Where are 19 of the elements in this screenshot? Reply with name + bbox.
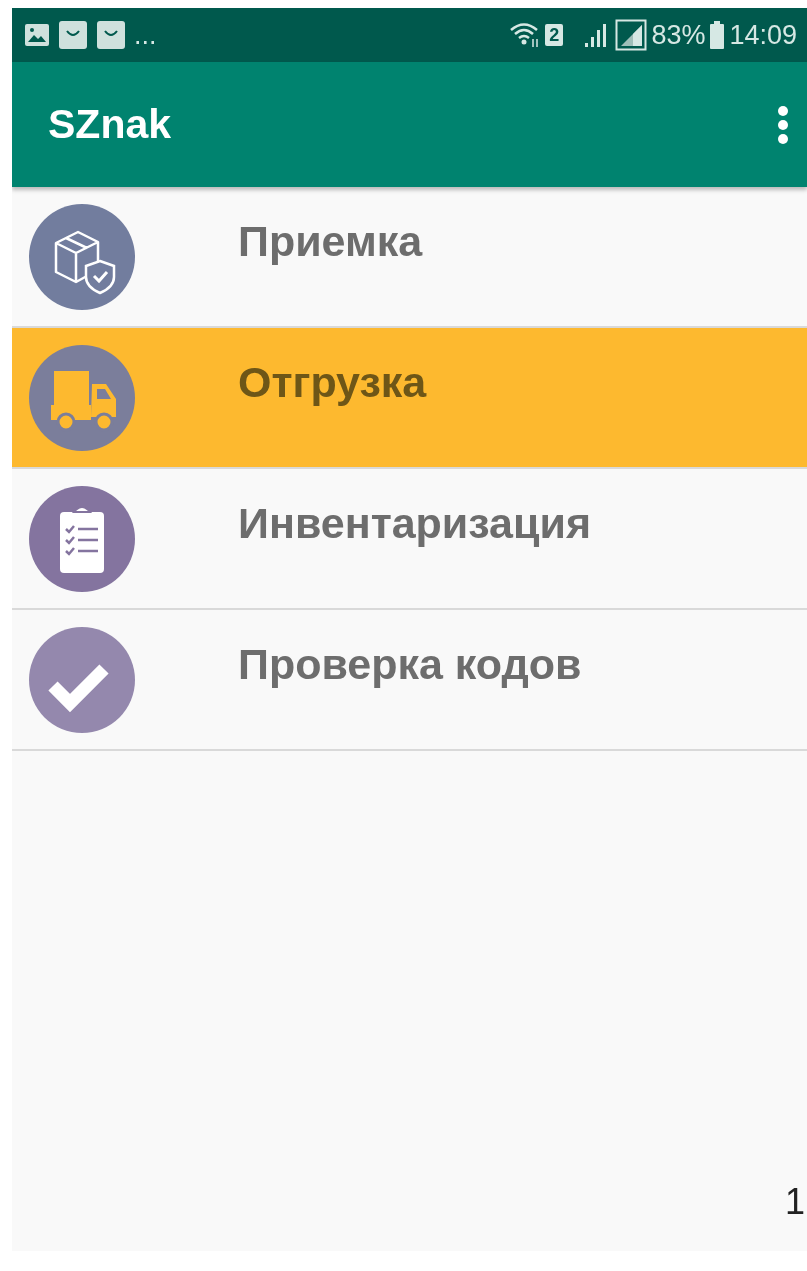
shopping-bag-icon [58, 20, 88, 50]
app-title: SZnak [48, 99, 172, 149]
battery-percentage: 83% [651, 18, 706, 52]
sim-indicator: 2 [545, 24, 564, 46]
checkmark-icon [28, 625, 136, 734]
more-notifications: ... [134, 18, 157, 52]
overflow-menu-icon[interactable] [777, 104, 789, 145]
clock: 14:09 [729, 18, 797, 52]
truck-icon [28, 343, 136, 452]
menu-item[interactable]: Отгрузка [12, 328, 807, 469]
page-number: 1 [784, 1180, 805, 1224]
shopping-bag-icon [96, 20, 126, 50]
battery-icon [709, 21, 726, 49]
menu-item[interactable]: Проверка кодов [12, 610, 807, 751]
signal-icon [615, 19, 648, 51]
image-icon [24, 23, 50, 47]
package-shield-icon [28, 202, 136, 311]
clipboard-checklist-icon [28, 484, 136, 593]
menu-item[interactable]: Инвентаризация [12, 469, 807, 610]
